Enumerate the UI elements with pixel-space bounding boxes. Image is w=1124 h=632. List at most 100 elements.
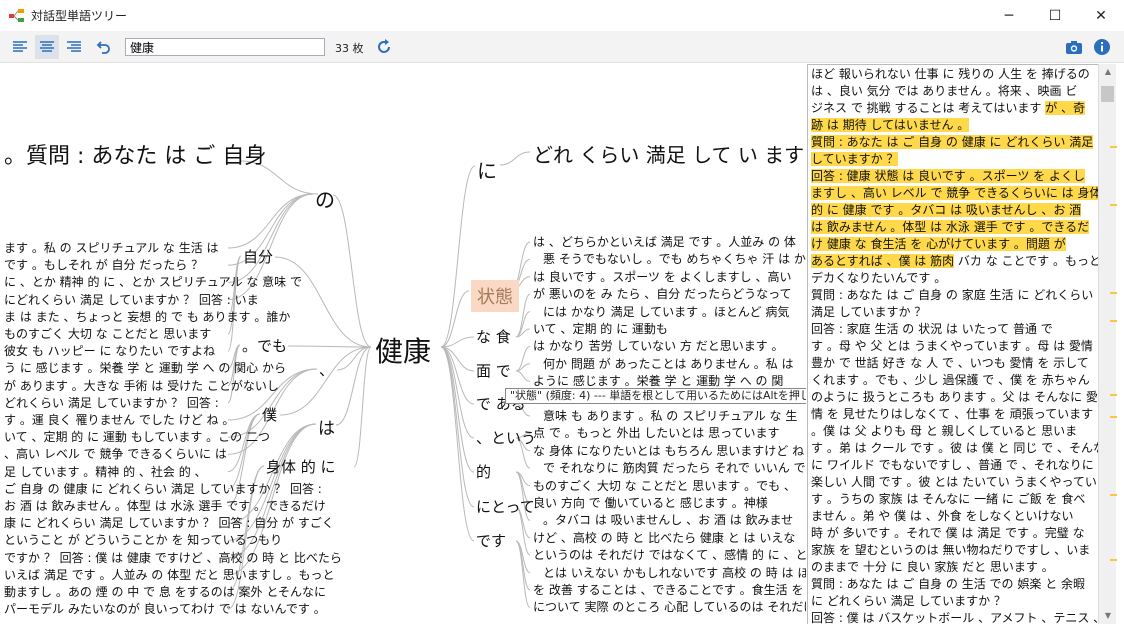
document-line: は 飲みません 。体型 は 水泳 選手 です 。できるだ [808,219,1098,236]
right-leaf-text[interactable]: ものすごく 大切 な ことだと 思います 。でも 、 [533,478,796,494]
scroll-up-icon[interactable]: ▲ [1099,64,1117,80]
right-leaf-text[interactable]: 点 で 。もっと 外出 したいとは 思っています [533,425,779,441]
left-leaf-text[interactable]: に 、とか 精神 的 に 、とか スピリチュアル な 意味 で [4,274,302,290]
left-leaf-text[interactable]: 、高い レベル で 競争 できるくらいに は [4,446,227,462]
document-line: す 。うちの 家族 は そんなに 一緒 に ご飯 を 食べ [811,492,1086,506]
document-line: す 。母 や 父 とは うまくやっています 。母 は 愛情 [811,339,1093,353]
right-branch-word[interactable]: 、という [476,427,536,448]
right-leaf-text[interactable]: には かなり 満足 しています 。ほとんど 病気 [543,304,789,320]
right-branch-word[interactable]: な 食 [476,326,511,347]
scroll-thumb[interactable] [1101,86,1114,102]
right-leaf-text[interactable]: な 身体 になりたいとは もちろん 思いますけど ね [533,443,804,459]
align-left-button[interactable] [8,35,32,59]
left-leaf-text[interactable]: ということ が どういうことか を 知っているつもり [4,532,282,548]
right-leaf-text[interactable]: は かなり 苦労 していない 方 だと思います 。 [533,338,784,354]
undo-button[interactable] [92,35,116,59]
left-branch-word[interactable]: 僕 [262,404,277,425]
document-line: 豊か で 世話 好き な 人 で 、いつも 愛情 を 示して [811,356,1089,370]
left-leaf-text[interactable]: いて 、定期 的 に 運動 もしています 。この 二つ [4,429,270,445]
right-branch-word[interactable]: です [476,530,506,551]
right-leaf-text[interactable]: というのは それだけ ではなくて 、感情 的 に 、とか 精神 [533,547,806,563]
left-leaf-text[interactable]: ま は また 、ちょっと 妄想 的 で も あります 。誰か [4,309,290,325]
right-leaf-text[interactable]: とは いえない かもしれないです 高校 の 時 は ほとんど 毎日 [543,565,806,581]
right-heading[interactable]: どれ くらい 満足 して い ます [533,139,804,168]
right-branch-word[interactable]: 状態 [471,280,519,312]
right-leaf-text[interactable]: は 、どちらかといえば 満足 です 。人並み の 体 [533,234,796,250]
minimize-button[interactable]: ─ [986,0,1032,31]
left-leaf-text[interactable]: が あります 。大きな 手術 は 受けた ことがないし [4,378,279,394]
left-leaf-text[interactable]: どれくらい 満足 していますか ？ 回答 : [4,395,219,411]
screenshot-button[interactable] [1062,35,1086,59]
left-leaf-text[interactable]: ます 。私 の スピリチュアル な 生活 は [4,240,219,256]
align-right-button[interactable] [62,35,86,59]
right-leaf-text[interactable]: ように 感じます 。栄養 学 と 運動 学 へ の 関 [533,373,783,389]
right-leaf-text[interactable]: 。タバコ は 吸いませんし 、お 酒 は 飲みませ [543,512,793,528]
scroll-down-icon[interactable]: ▼ [1099,608,1117,624]
right-leaf-text[interactable]: で それなりに 筋肉質 だったら それで いいん で す [543,460,806,476]
left-leaf-text[interactable]: 彼女 も ハッピー に なりたい ですよね [4,343,215,359]
document-line: 跡 は 期待 してはいません 。 [808,117,1098,134]
info-button[interactable] [1090,35,1114,59]
tree-link [440,346,475,405]
document-line: ほど 報いられない 仕事 に 残りの 人生 を 捧げるの [811,67,1090,81]
info-icon [1094,39,1110,55]
right-branch-word[interactable]: にとって [476,496,535,517]
left-leaf-text[interactable]: にどれくらい 満足 していますか ？ 回答 : いま [4,292,259,308]
document-line: デカくなりたいんです 。 [811,271,947,285]
document-panel[interactable]: ほど 報いられない 仕事 に 残りの 人生 を 捧げるのは 、良い 気分 では … [807,64,1098,624]
document-line: 満足 していますか ？ [811,305,927,319]
right-branch-word[interactable]: 面 で [476,360,511,381]
search-input[interactable] [125,38,325,56]
right-leaf-text[interactable]: 何か 問題 が あったことは ありません 。私 は [543,356,794,372]
left-branch-word[interactable]: 、 [319,359,334,380]
vertical-scrollbar[interactable]: ▲ ▼ [1098,64,1117,624]
left-leaf-text[interactable]: う に 感じます 。栄養 学 と 運動 学 へ の 関心 から [4,360,286,376]
maximize-button[interactable]: ☐ [1032,0,1078,31]
highlighted-text: は 飲みません 。体型 は 水泳 選手 です 。できるだ [811,220,1090,234]
left-leaf-text[interactable]: す 。運 良く 罹りません でした けど ね 。 [4,412,234,428]
tree-link [227,193,314,249]
right-branch-word[interactable]: 的 [476,461,491,482]
right-branch-word[interactable]: に [477,155,497,184]
left-leaf-text[interactable]: 動ますし 。あの 煙 の 中 で 息 をするのは 案外 とそんなに [4,584,326,600]
left-branch-word[interactable]: の [315,184,335,213]
refresh-icon [378,39,390,53]
left-leaf-text[interactable]: です 。もしそれ が 自分 だったら ？ [4,257,203,273]
highlighted-text: 質問 : あなた は ご 自身 の 健康 に どれくらい 満足 [811,135,1094,149]
left-leaf-text[interactable]: いえば 満足 です 。人並み の 体型 だと 思いますし 。もっと [4,567,335,583]
close-button[interactable]: ✕ [1078,0,1124,31]
left-leaf-text[interactable]: パーモデル みたいなのが 良いってわけ で は ないんです 。 [4,601,326,617]
root-word[interactable]: 健康 [375,330,431,370]
right-leaf-text[interactable]: けど 、高校 の 時 と 比べたら 健康 と は いえな [533,530,795,546]
right-leaf-text[interactable]: 悪 そうでもないし 。でも めちゃくちゃ 汗 は かきま [543,251,806,267]
right-leaf-text[interactable]: を 改善 することは 、できることです 。食生活 を 見直して [533,582,806,598]
align-center-icon [40,41,54,52]
right-leaf-text[interactable]: は 良いです 。スポーツ を よくしますし 、高い [533,269,791,285]
right-leaf-text[interactable]: いて 、定期 的 に 運動も [533,321,668,337]
right-leaf-text[interactable]: 意味 も あります 。私 の スピリチュアル な 生 [543,408,797,424]
left-branch-word[interactable]: 。でも [242,335,287,356]
right-leaf-text[interactable]: について 実際 のところ 心配 しているのは それだけです 。 [533,599,806,615]
left-leaf-text[interactable]: ですか ？ 回答 : 僕 は 健康 ですけど 、高校 の 時 と 比べたら [4,550,342,566]
left-branch-word[interactable]: 自分 [243,246,273,267]
document-line: に ワイルド でもないですし 、普通 で 、それなりに [811,458,1094,472]
left-leaf-text[interactable]: ものすごく 大切 な ことだと 思います [4,326,211,342]
left-heading[interactable]: 。質問 : あなた は ご 自身 [4,138,266,170]
word-tree[interactable]: 健康 。質問 : あなた は ご 自身の自分。でも、僕 は身体 的 に ます 。私 の… [0,64,806,632]
refresh-button[interactable] [372,35,396,59]
left-leaf-text[interactable]: お 酒 は 飲みません 。体型 は 水泳 選手 です 。できるだけ [4,498,326,514]
document-line: 情 を 見せたりはしなくて 、仕事 を 頑張っています [811,407,1094,421]
hit-marker [1110,146,1117,148]
left-leaf-text[interactable]: 足 しています 。精神 的 、社会 的 、 [4,464,207,480]
left-branch-word[interactable]: 身体 的 に [266,456,336,477]
card-count: 33 枚 [335,42,364,55]
app-icon [9,9,24,22]
align-center-button[interactable] [35,35,59,59]
left-leaf-text[interactable]: ご 自身 の 健康 に どれくらい 満足 していますか ？ 回答 : [4,481,322,497]
document-line: ますし 、高い レベル で 競争 できるくらいに は 身体 [808,185,1098,202]
right-leaf-text[interactable]: 良い 方向 で 働いていると 感じます 。神様 [533,495,768,511]
hit-marker [1110,292,1117,294]
left-leaf-text[interactable]: 康 に どれくらい 満足 していますか ？ 回答 : 自分 が すごく [4,515,334,531]
left-branch-word[interactable]: は [318,414,335,439]
right-leaf-text[interactable]: が 悪いのを み たら 、自分 だったらどうなって [533,286,791,302]
